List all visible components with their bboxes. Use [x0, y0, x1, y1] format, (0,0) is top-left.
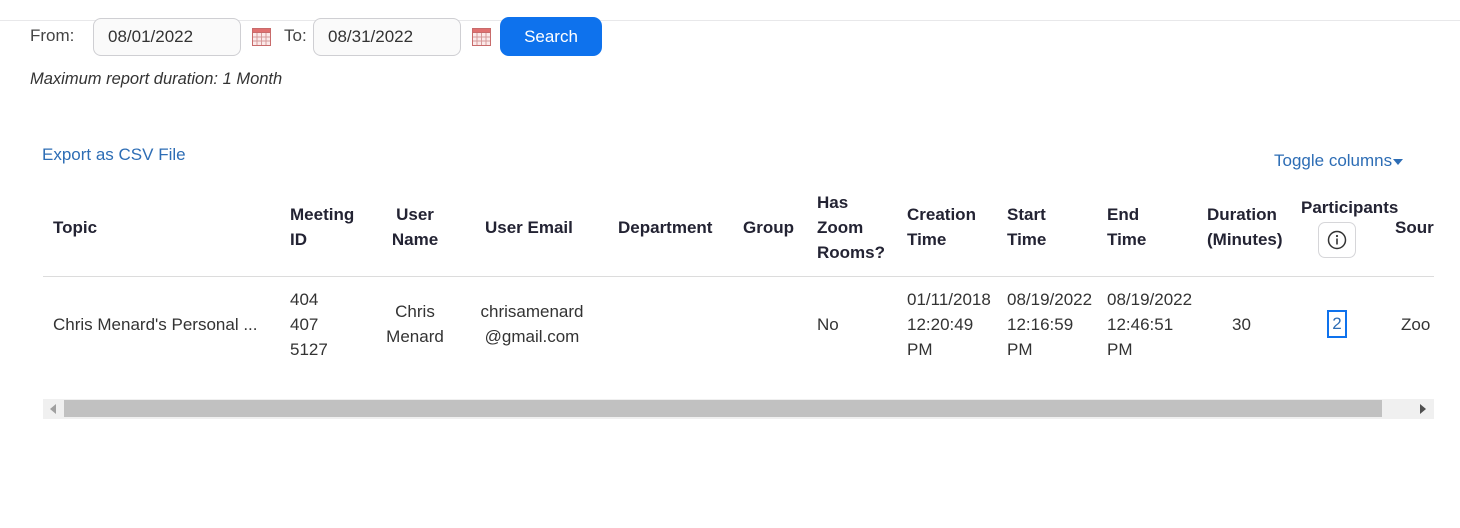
cell-user-name-line1: Chris — [395, 302, 435, 321]
participants-info-button[interactable] — [1318, 222, 1356, 258]
cell-duration: 30 — [1232, 315, 1251, 334]
cell-start-time: 08/19/2022 12:16:59 PM — [1007, 287, 1107, 362]
header-department[interactable]: Department — [618, 215, 712, 240]
cell-creation-time-line3: PM — [907, 340, 933, 359]
header-source[interactable]: Sour — [1395, 215, 1434, 240]
header-creation-time-line2: Time — [907, 230, 947, 249]
header-end-time-line1: End — [1107, 205, 1140, 224]
cell-user-name: Chris Menard — [374, 299, 456, 349]
cell-meeting-id-line3: 5127 — [290, 340, 328, 359]
cell-user-email: chrisamenard @gmail.com — [462, 299, 602, 349]
from-date-input[interactable]: 08/01/2022 — [93, 18, 241, 56]
cell-user-name-line2: Menard — [386, 327, 444, 346]
cell-end-time-line1: 08/19/2022 — [1107, 290, 1193, 309]
cell-start-time-line3: PM — [1007, 340, 1033, 359]
header-start-time-line1: Start — [1007, 205, 1046, 224]
info-icon — [1327, 230, 1347, 250]
to-label: To: — [284, 26, 307, 45]
caret-down-icon — [1393, 158, 1404, 165]
header-zoom-rooms-line1: Has — [817, 193, 849, 212]
header-user-name[interactable]: User Name — [374, 202, 456, 252]
cell-creation-time-line2: 12:20:49 — [907, 315, 974, 334]
calendar-icon[interactable] — [252, 28, 271, 46]
header-user-name-line2: Name — [391, 230, 439, 249]
header-duration-line1: Duration — [1207, 205, 1277, 224]
scroll-left-arrow-icon[interactable] — [49, 404, 57, 414]
header-start-time[interactable]: Start Time — [1007, 202, 1046, 252]
cell-start-time-line2: 12:16:59 — [1007, 315, 1074, 334]
header-creation-time-line1: Creation — [907, 205, 976, 224]
calendar-icon[interactable] — [472, 28, 491, 46]
header-divider — [43, 276, 1434, 277]
header-user-name-line1: User — [396, 205, 434, 224]
header-topic[interactable]: Topic — [53, 215, 97, 240]
participants-count-link[interactable]: 2 — [1327, 310, 1347, 338]
header-zoom-rooms-line3: Rooms? — [817, 243, 885, 262]
cell-user-email-line1: chrisamenard — [480, 302, 584, 321]
header-meeting-id[interactable]: Meeting ID — [290, 202, 354, 252]
cell-topic: Chris Menard's Personal ... — [53, 315, 258, 334]
header-meeting-id-line1: Meeting — [290, 205, 355, 224]
header-group[interactable]: Group — [743, 215, 794, 240]
cell-creation-time: 01/11/2018 12:20:49 PM — [907, 287, 991, 362]
header-duration-line2: (Minutes) — [1207, 230, 1283, 249]
header-duration[interactable]: Duration (Minutes) — [1207, 202, 1283, 252]
header-end-time-line2: Time — [1107, 230, 1147, 249]
export-csv-link[interactable]: Export as CSV File — [42, 145, 186, 165]
header-has-zoom-rooms[interactable]: Has Zoom Rooms? — [817, 190, 885, 265]
cell-creation-time-line1: 01/11/2018 — [907, 290, 991, 309]
header-zoom-rooms-line2: Zoom — [817, 218, 864, 237]
header-participants[interactable]: Participants — [1301, 195, 1398, 220]
cell-meeting-id-line1: 404 — [290, 290, 319, 309]
header-start-time-line2: Time — [1007, 230, 1047, 249]
cell-end-time: 08/19/2022 12:46:51 PM — [1107, 287, 1192, 362]
scrollbar-thumb[interactable] — [64, 400, 1382, 417]
from-label: From: — [30, 26, 75, 45]
header-user-email[interactable]: User Email — [485, 215, 573, 240]
cell-end-time-line2: 12:46:51 — [1107, 315, 1174, 334]
cell-end-time-line3: PM — [1107, 340, 1133, 359]
cell-has-zoom-rooms: No — [817, 315, 839, 334]
header-end-time[interactable]: End Time — [1107, 202, 1146, 252]
header-creation-time[interactable]: Creation Time — [907, 202, 976, 252]
search-button[interactable]: Search — [500, 17, 602, 56]
toggle-columns-link[interactable]: Toggle columns — [1274, 151, 1404, 171]
cell-source: Zoo — [1401, 315, 1431, 334]
cell-meeting-id-line2: 407 — [290, 315, 319, 334]
to-date-input[interactable]: 08/31/2022 — [313, 18, 461, 56]
cell-user-email-line2: @gmail.com — [484, 327, 580, 346]
scroll-right-arrow-icon[interactable] — [1419, 404, 1427, 414]
cell-start-time-line1: 08/19/2022 — [1007, 290, 1093, 309]
cell-meeting-id: 404 407 5127 — [290, 287, 328, 362]
toggle-columns-label: Toggle columns — [1274, 151, 1393, 170]
header-meeting-id-line2: ID — [290, 230, 307, 249]
report-duration-note: Maximum report duration: 1 Month — [30, 70, 283, 88]
